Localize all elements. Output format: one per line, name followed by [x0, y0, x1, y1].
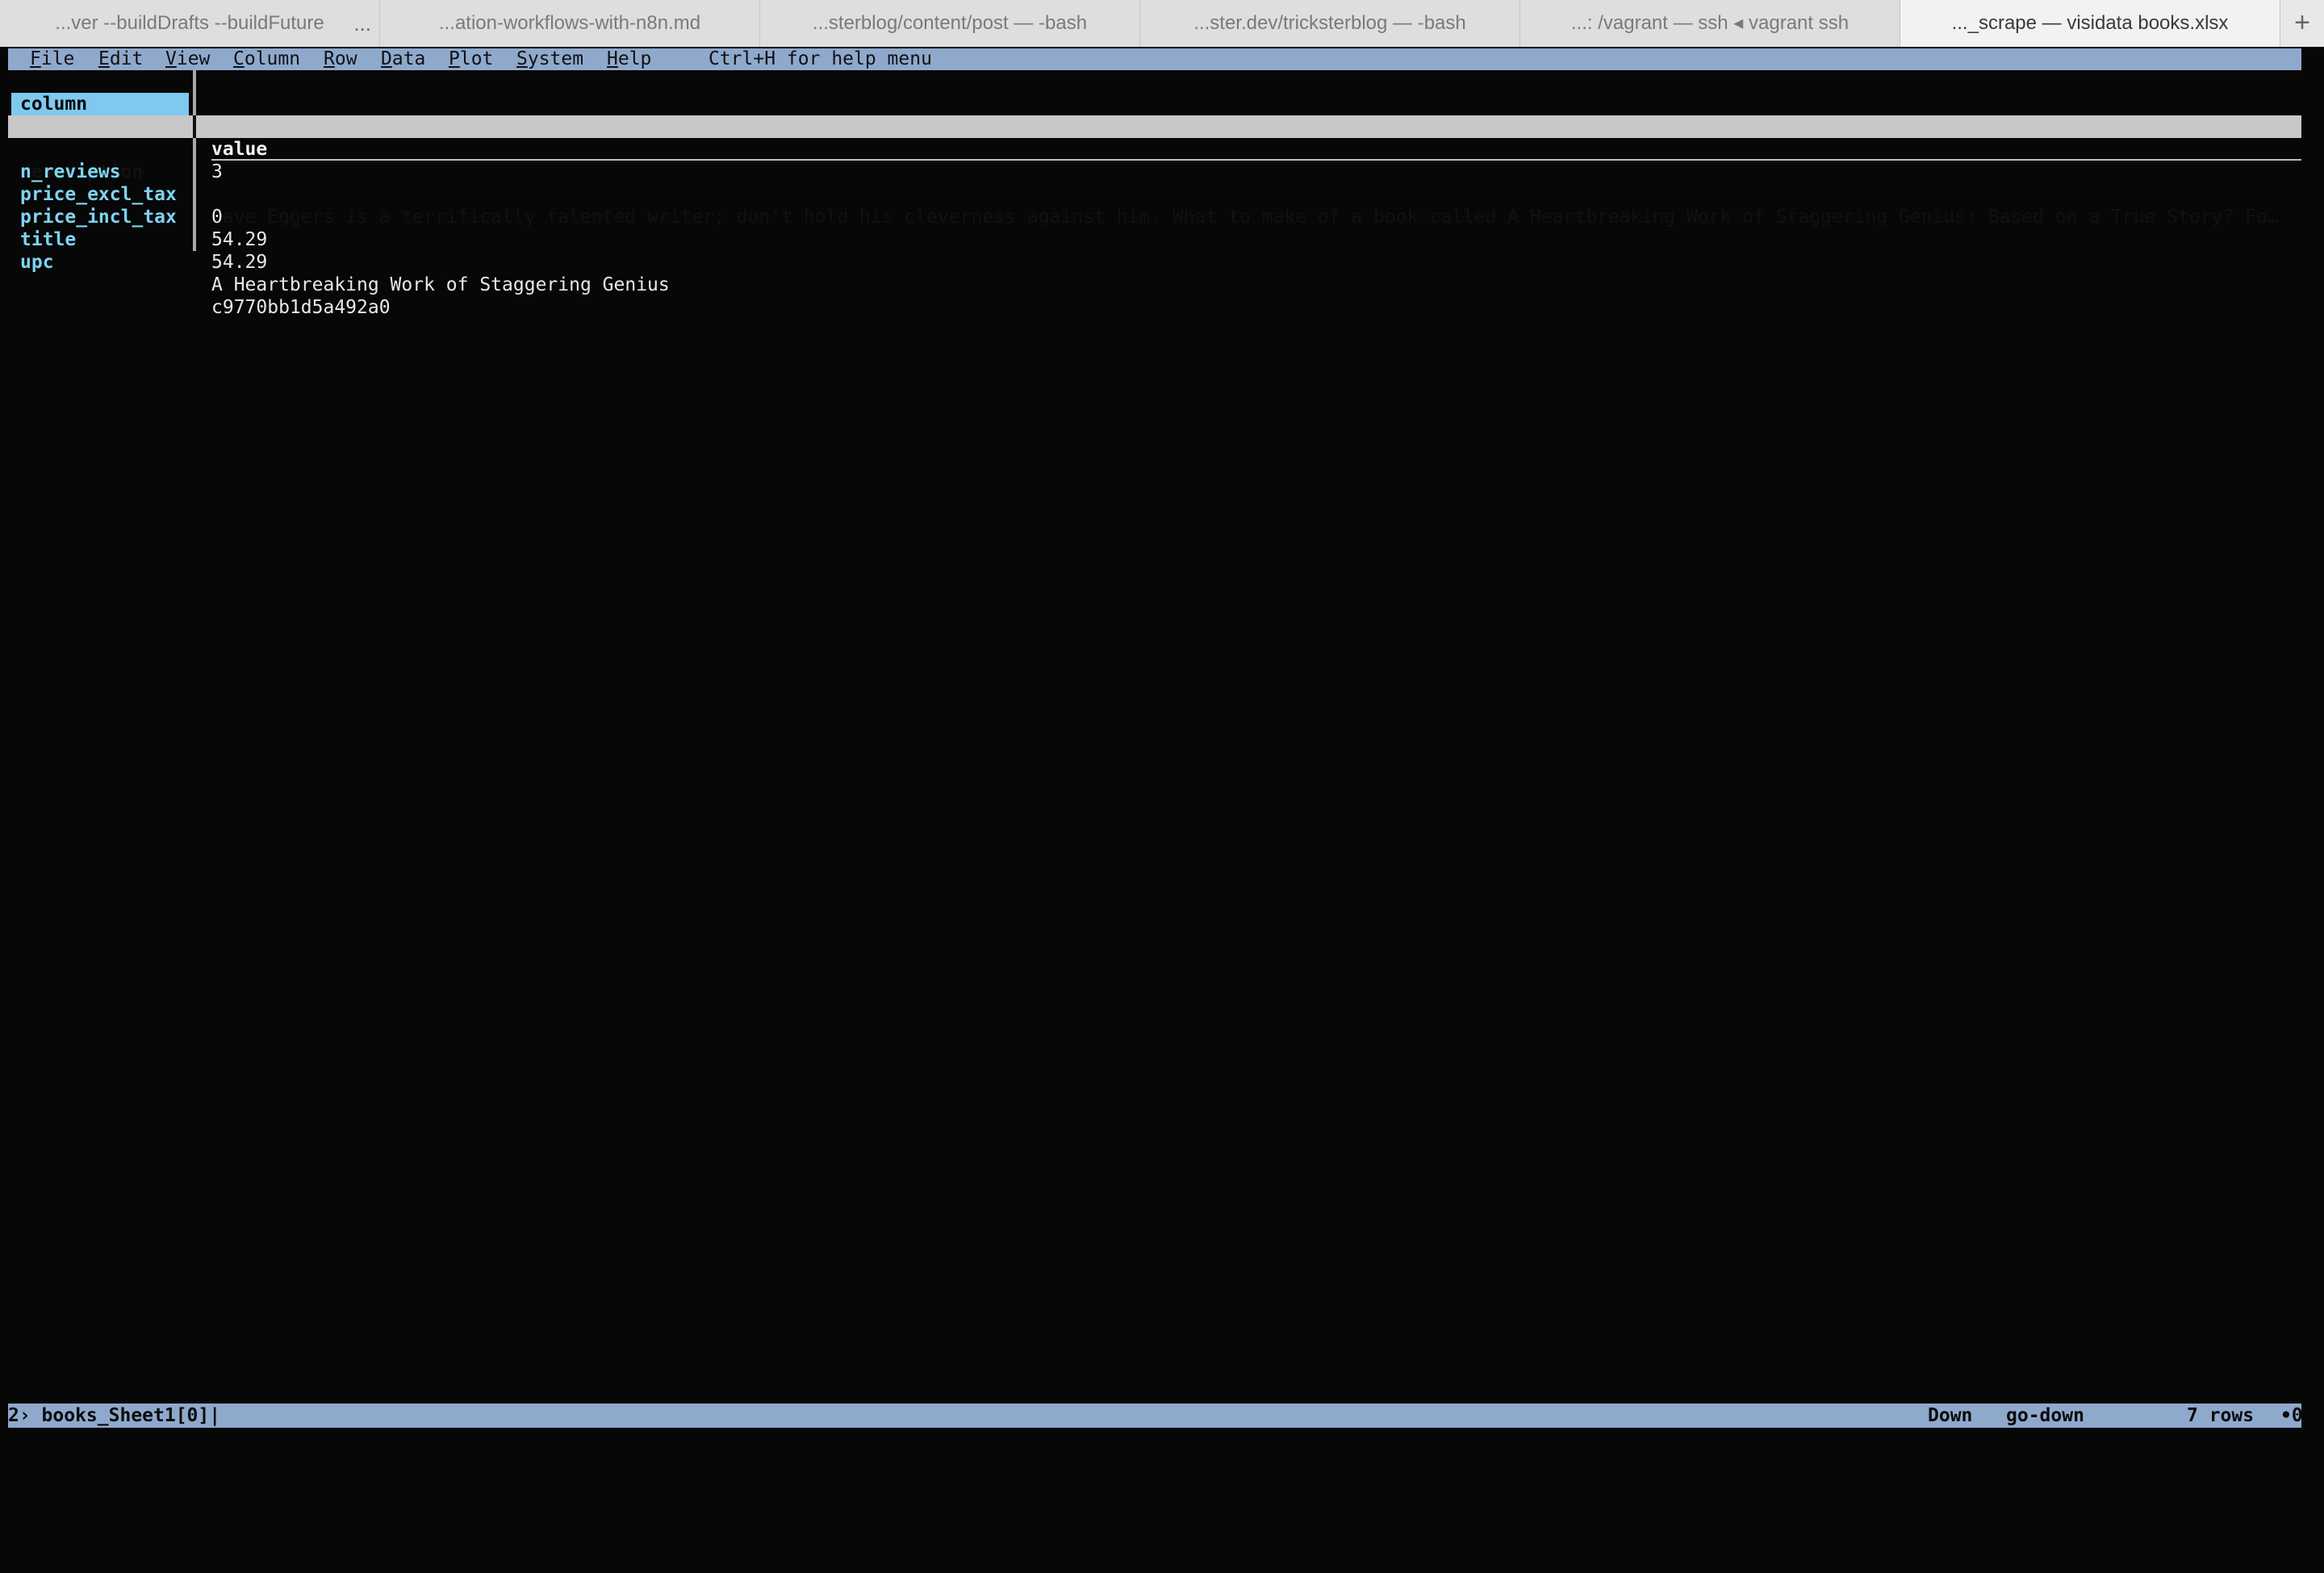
menu-help[interactable]: Help [607, 48, 651, 70]
tab-overflow-indicator[interactable]: ... [353, 0, 371, 47]
last-command: go-down [2006, 1405, 2084, 1426]
tab-label: ..._scrape — visidata books.xlsx [1951, 12, 2229, 34]
tab-label: ...: /vagrant — ssh ◂ vagrant ssh [1570, 12, 1850, 34]
table-header-row: column value [0, 70, 2324, 161]
help-hint: Ctrl+H for help menu [708, 48, 932, 69]
last-key: Down [1928, 1405, 1973, 1426]
row-cursor-highlight [8, 115, 2301, 138]
column-separator [193, 70, 196, 93]
table-row[interactable]: availability 3 [0, 93, 2324, 182]
tab-tricksterblog-bash[interactable]: ...ster.dev/tricksterblog — -bash [1140, 0, 1520, 47]
column-separator [193, 161, 196, 183]
menu-edit[interactable]: Edit [98, 48, 143, 70]
tab-hugo-server[interactable]: ...ver --buildDrafts --buildFuture ... [0, 0, 380, 47]
new-tab-button[interactable]: + [2280, 0, 2324, 47]
column-separator [193, 206, 196, 228]
column-separator [193, 93, 196, 115]
menu-file[interactable]: File [30, 48, 74, 70]
table-row[interactable]: title A Heartbreaking Work of Staggering… [0, 206, 2324, 295]
row-value: c9770bb1d5a492a0 [211, 297, 391, 318]
table-row[interactable]: upc c9770bb1d5a492a0 [0, 228, 2324, 318]
table-row[interactable]: n_reviews 0 [0, 138, 2324, 228]
terminal-window[interactable]: File Edit View Column Row Data Plot Syst… [0, 47, 2324, 1453]
column-separator [193, 228, 196, 251]
tab-label: ...ster.dev/tricksterblog — -bash [1193, 12, 1466, 34]
visidata-menu-bar: File Edit View Column Row Data Plot Syst… [8, 48, 2301, 70]
row-key: upc [20, 252, 54, 273]
tab-visidata-books[interactable]: ..._scrape — visidata books.xlsx [1900, 0, 2280, 47]
tab-vagrant-ssh[interactable]: ...: /vagrant — ssh ◂ vagrant ssh [1520, 0, 1900, 47]
menu-column[interactable]: Column [233, 48, 300, 70]
column-separator [193, 183, 196, 206]
menu-row[interactable]: Row [324, 48, 357, 70]
menu-system[interactable]: System [516, 48, 583, 70]
menu-data[interactable]: Data [381, 48, 425, 70]
table-row[interactable]: price_incl_tax 54.29 [0, 183, 2324, 273]
status-bar: 2› books_Sheet1[0]| Down go-down 7 rows … [8, 1404, 2303, 1428]
tab-bar: ...ver --buildDrafts --buildFuture ... .… [0, 0, 2324, 47]
row-value: 54.29 [211, 252, 268, 273]
tab-content-post-bash[interactable]: ...sterblog/content/post — -bash [760, 0, 1140, 47]
row-value: A Heartbreaking Work of Staggering Geniu… [211, 274, 670, 295]
column-separator [193, 115, 196, 138]
tab-n8n-markdown[interactable]: ...ation-workflows-with-n8n.md [380, 0, 760, 47]
table-row[interactable]: price_excl_tax 54.29 [0, 161, 2324, 250]
row-count: 7 rows [2187, 1405, 2255, 1426]
table-row-selected[interactable]: description Dave Eggers is a terrificall… [0, 115, 2324, 228]
menu-view[interactable]: View [165, 48, 210, 70]
tab-label: ...ver --buildDrafts --buildFuture [55, 12, 324, 34]
menu-plot[interactable]: Plot [449, 48, 493, 70]
tab-label: ...sterblog/content/post — -bash [812, 12, 1088, 34]
sheet-indicator[interactable]: 2› books_Sheet1[0]| [8, 1404, 220, 1428]
column-separator [193, 138, 196, 161]
tab-label: ...ation-workflows-with-n8n.md [438, 12, 701, 34]
status-extra: •0 [2280, 1405, 2303, 1426]
